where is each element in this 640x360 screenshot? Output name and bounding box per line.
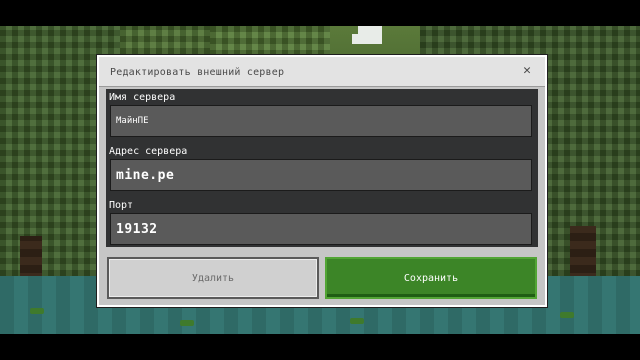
server-address-label: Адрес сервера: [109, 146, 188, 157]
close-icon[interactable]: ✕: [519, 63, 535, 79]
server-address-input[interactable]: mine.pe: [110, 159, 532, 191]
delete-button[interactable]: Удалить: [107, 257, 319, 299]
port-label: Порт: [109, 200, 134, 211]
save-button[interactable]: Сохранить: [325, 257, 537, 299]
jungle-foliage-top-mid: [210, 26, 330, 56]
edit-server-dialog: Редактировать внешний сервер ✕ Имя серве…: [97, 55, 547, 307]
tree-trunk: [570, 226, 596, 281]
cloud: [358, 26, 382, 34]
cloud: [352, 34, 382, 44]
lily-pad: [30, 308, 44, 314]
tree-trunk: [20, 236, 42, 281]
lily-pad: [350, 318, 364, 324]
dialog-title: Редактировать внешний сервер: [110, 67, 285, 78]
dialog-titlebar: Редактировать внешний сервер ✕: [99, 57, 545, 87]
lily-pad: [560, 312, 574, 318]
server-name-input[interactable]: МайнПЕ: [110, 105, 532, 137]
lily-pad: [180, 320, 194, 326]
server-address-value: mine.pe: [116, 167, 175, 183]
server-form: Имя сервера МайнПЕ Адрес сервера mine.pe…: [106, 89, 538, 247]
port-input[interactable]: 19132: [110, 213, 532, 245]
port-value: 19132: [116, 221, 158, 237]
server-name-value: МайнПЕ: [116, 116, 149, 126]
server-name-label: Имя сервера: [109, 92, 176, 103]
